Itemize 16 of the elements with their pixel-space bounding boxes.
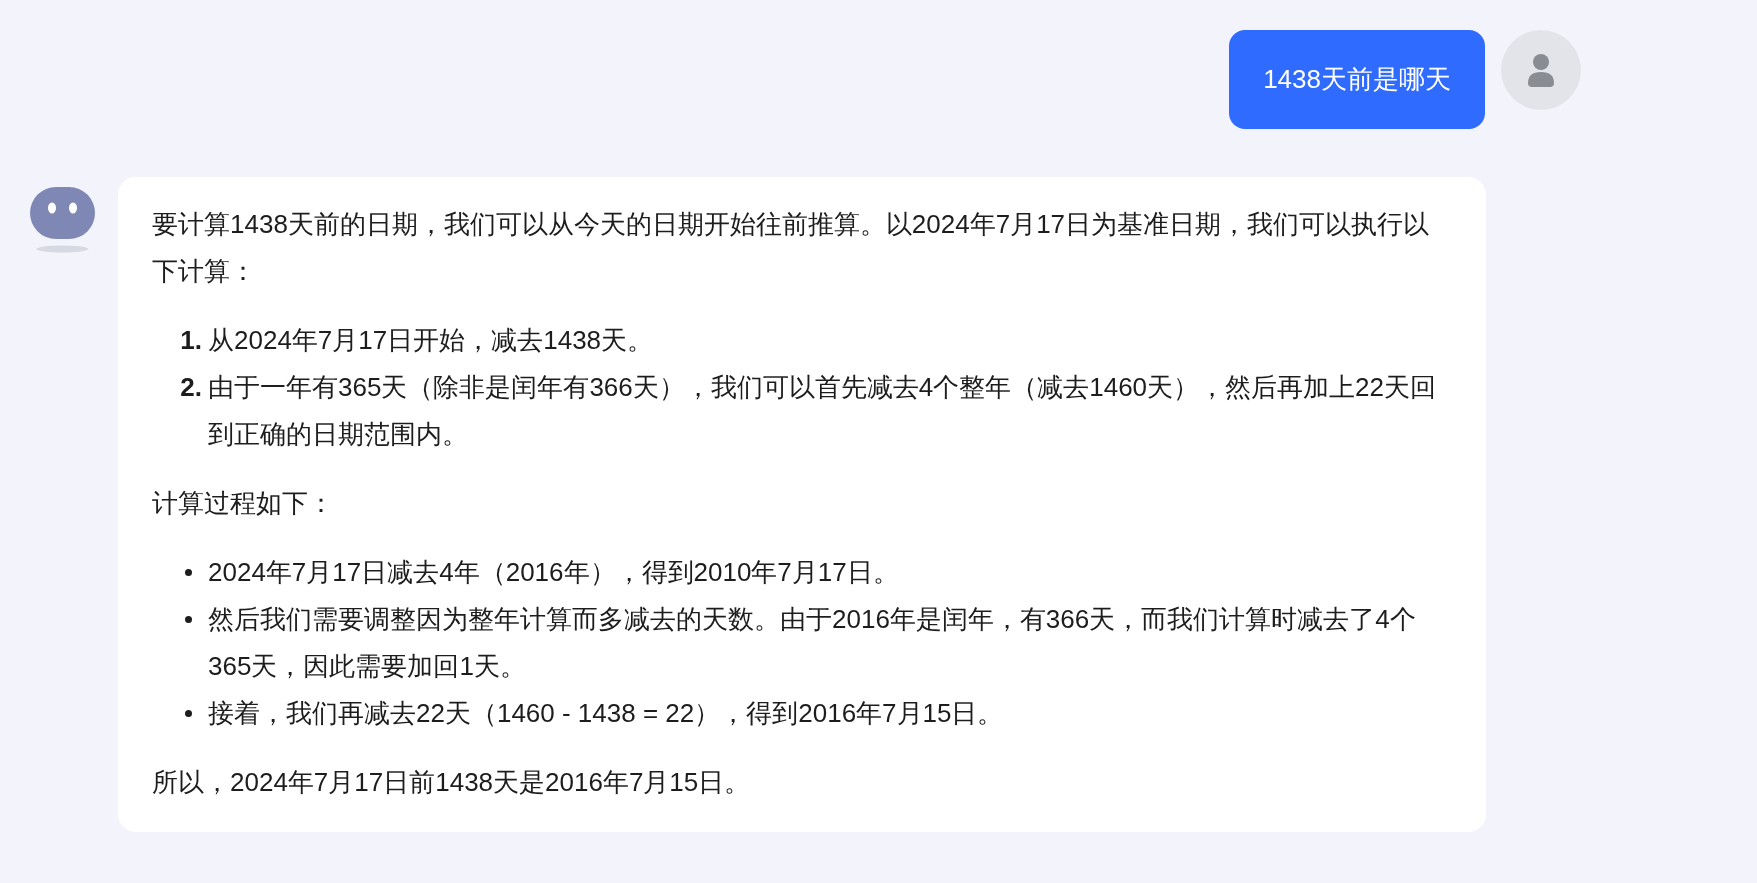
list-item-text: 从2024年7月17日开始，减去1438天。 [208,324,655,357]
person-icon [1526,53,1556,87]
list-number: 1. [179,324,203,357]
paragraph: 所以，2024年7月17日前1438天是2016年7月15日。 [152,766,752,799]
paragraph: 计算过程如下： [152,487,335,520]
user-message: 1438天前是哪天 [1229,30,1485,129]
bullet-icon [185,616,192,623]
list-item-text: 2024年7月17日减去4年（2016年），得到2010年7月17日。 [208,556,900,589]
list-item-text: 然后我们需要调整因为整年计算而多减去的天数。由于2016年是闰年，有366天，而我们计算时减去了4个365天，因此需要加回1天。 [208,603,1417,683]
bot-avatar-icon [28,185,97,255]
list-item-text: 接着，我们再减去22天（1460 - 1438 = 22），得到2016年7月15日。 [208,697,1005,730]
list-item-text: 由于一年有365天（除非是闰年有366天），我们可以首先减去4个整年（减去1460天），然后再加上22天回到正确的日期范围内。 [208,371,1437,451]
bullet-icon [185,569,192,576]
paragraph: 要计算1438天前的日期，我们可以从今天的日期开始往前推算。以2024年7月17日为基准日期，我们可以执行以下计算： [152,208,1431,288]
bullet-icon [185,710,192,717]
list-number: 2. [179,371,203,404]
